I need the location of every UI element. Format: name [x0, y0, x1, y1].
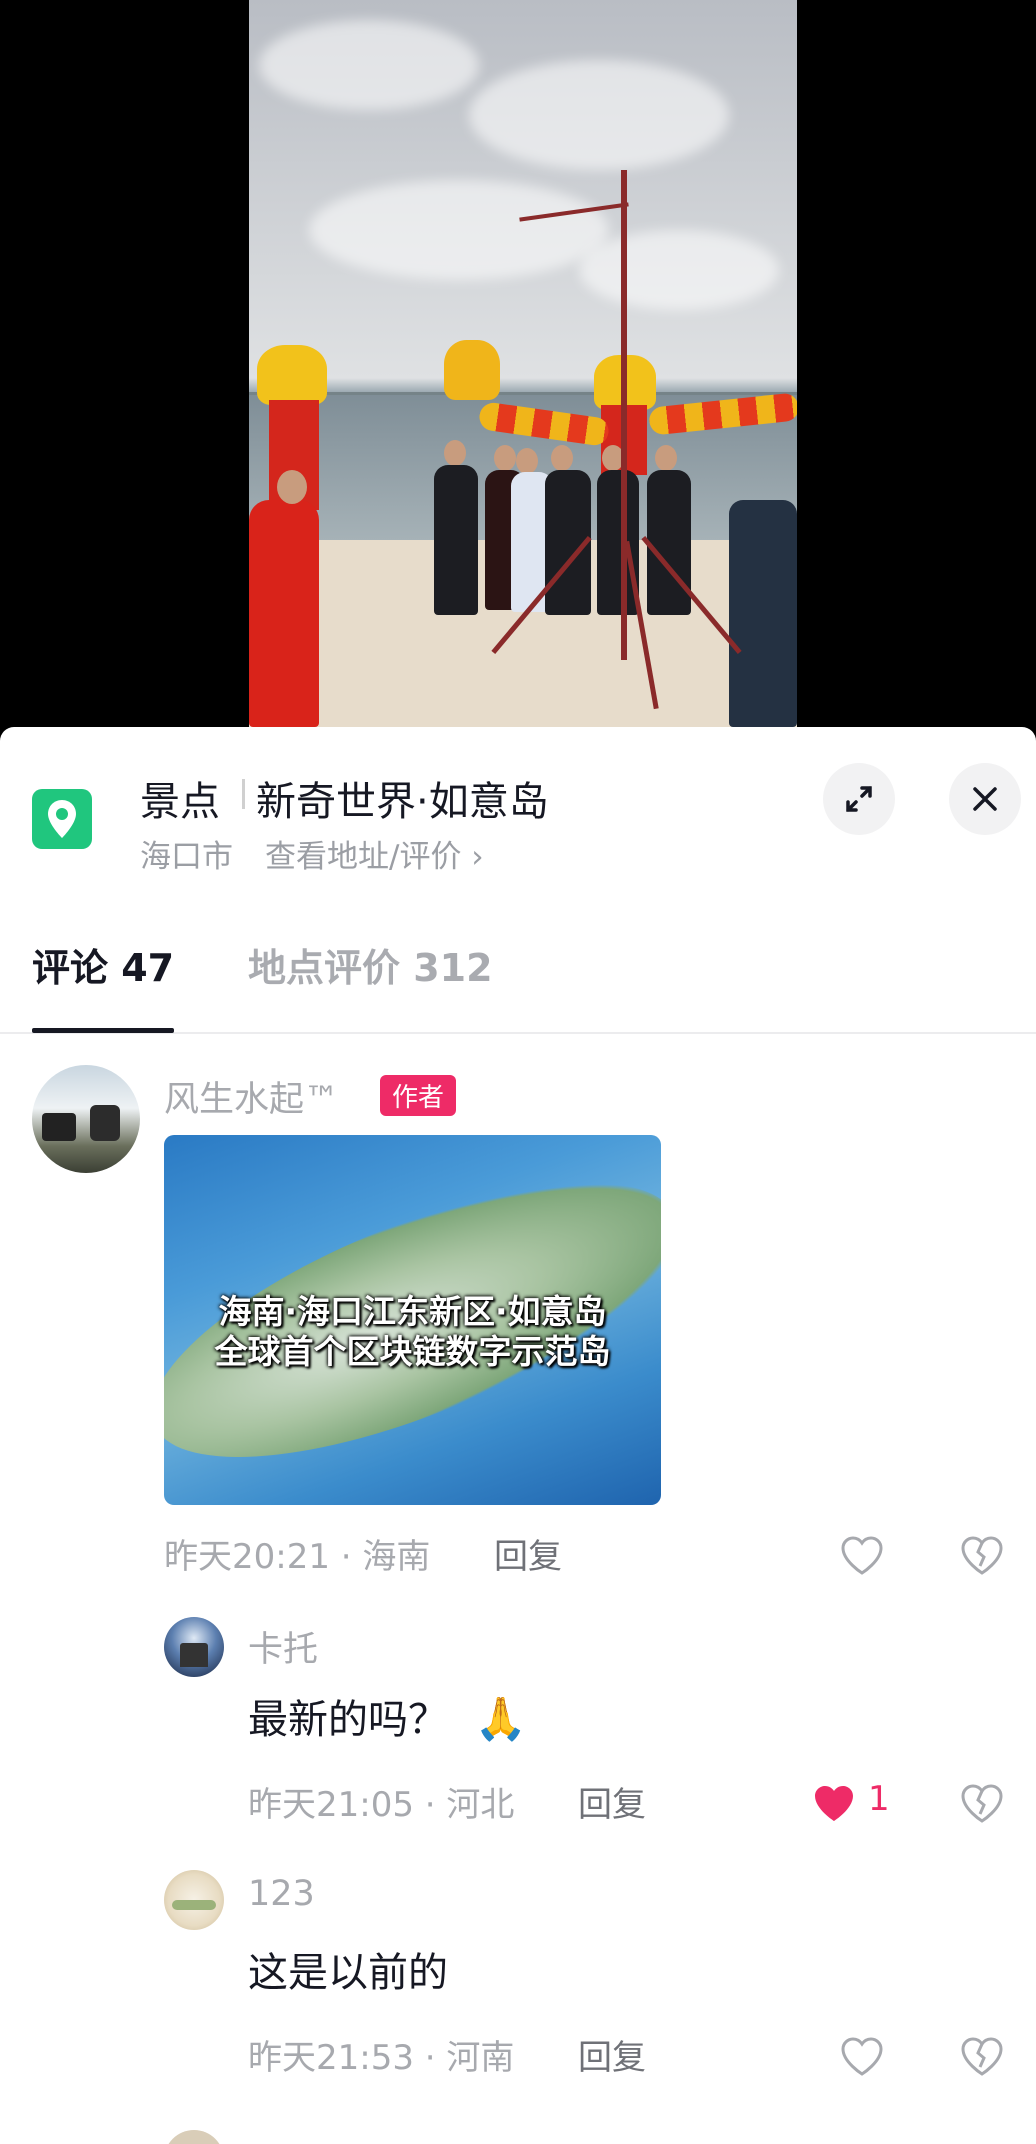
- like-button[interactable]: [806, 1775, 862, 1831]
- avatar[interactable]: [164, 1617, 224, 1677]
- heart-filled-icon: [815, 1786, 853, 1821]
- tab-bar: 评论 47 地点评价 312: [0, 907, 1036, 1034]
- comment-text: 这是以前的: [248, 1950, 448, 1996]
- poi-category: 景点: [140, 779, 220, 825]
- reply-button[interactable]: 回复: [578, 1777, 646, 1826]
- like-count: 1: [868, 1779, 890, 1819]
- video-frame: [249, 0, 797, 727]
- dislike-button[interactable]: [954, 1775, 1010, 1831]
- author-badge: 作者: [380, 1075, 457, 1116]
- comment-body: 最新的吗？: [248, 1697, 448, 1743]
- comment-image[interactable]: 海南·海口江东新区·如意岛 全球首个区块链数字示范岛: [164, 1135, 661, 1505]
- comment-meta: 昨天21:05 · 河北: [248, 1785, 515, 1825]
- heart-icon: [841, 2037, 883, 2076]
- expand-button[interactable]: [823, 763, 895, 835]
- broken-heart-icon: [961, 1784, 1003, 1823]
- poi-header[interactable]: 景点 新奇世界·如意岛 海口市 查看地址/评价 ›: [0, 727, 1036, 887]
- reply-item: 123 这是以前的 昨天21:53 · 河南 回复: [0, 1870, 1036, 2078]
- video-player[interactable]: [0, 0, 1036, 727]
- dislike-button[interactable]: [954, 2028, 1010, 2084]
- like-button[interactable]: [834, 2028, 890, 2084]
- close-button[interactable]: [949, 763, 1021, 835]
- comment-username[interactable]: 123: [248, 1874, 315, 1914]
- avatar[interactable]: [164, 2130, 224, 2144]
- view-address-link[interactable]: 查看地址/评价 ›: [265, 831, 484, 876]
- comment-username[interactable]: 风生水起™: [164, 1071, 339, 1122]
- reply-button[interactable]: 回复: [494, 1529, 562, 1578]
- comment-panel: 景点 新奇世界·如意岛 海口市 查看地址/评价 › 评论 47 地点评价 312…: [0, 727, 1036, 2144]
- comment-text: 最新的吗？ 🙏: [248, 1687, 527, 1745]
- divider: [242, 779, 245, 809]
- poi-name[interactable]: 新奇世界·如意岛: [256, 769, 549, 827]
- tab-underline: [32, 1028, 174, 1033]
- reply-item: 卡托 最新的吗？ 🙏 昨天21:05 · 河北 回复 1: [0, 1617, 1036, 1825]
- expand-icon: [846, 786, 872, 812]
- tab-comments[interactable]: 评论 47: [32, 937, 174, 992]
- close-icon: [973, 787, 997, 811]
- broken-heart-icon: [961, 2037, 1003, 2076]
- location-pin-icon: [32, 789, 92, 849]
- comment-meta: 昨天21:53 · 河南: [248, 2038, 515, 2078]
- poi-city: 海口市: [140, 839, 233, 875]
- dislike-button[interactable]: [954, 1527, 1010, 1583]
- avatar[interactable]: [164, 1870, 224, 1930]
- comment-username[interactable]: 卡托: [248, 1621, 318, 1672]
- image-caption: 全球首个区块链数字示范岛: [214, 1332, 611, 1371]
- tab-place-reviews[interactable]: 地点评价 312: [248, 937, 493, 992]
- comment-meta: 昨天20:21 · 海南: [164, 1537, 431, 1577]
- heart-icon: [841, 1536, 883, 1575]
- comment-item: 风生水起™ 作者 海南·海口江东新区·如意岛 全球首个区块链数字示范岛 昨天20…: [0, 1065, 1036, 1577]
- avatar[interactable]: [32, 1065, 140, 1173]
- like-button[interactable]: [834, 1527, 890, 1583]
- pray-emoji: 🙏: [474, 1694, 528, 1743]
- reply-button[interactable]: 回复: [578, 2030, 646, 2079]
- broken-heart-icon: [961, 1536, 1003, 1575]
